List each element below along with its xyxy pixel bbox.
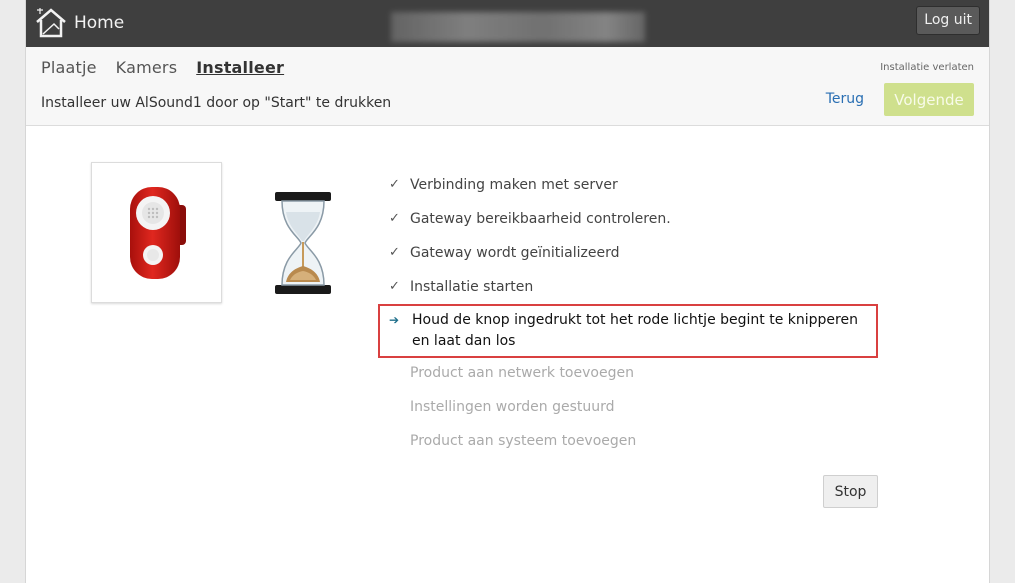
instruction-text: Installeer uw AlSound1 door op "Start" t… <box>41 95 392 111</box>
arrow-right-icon: ➔ <box>389 313 400 327</box>
step-label: Instellingen worden gestuurd <box>410 399 615 415</box>
step-label: Verbinding maken met server <box>410 177 618 193</box>
step-item: Product aan systeem toevoegen <box>378 426 878 460</box>
sub-header: Plaatje Kamers Installeer Installatie ve… <box>26 47 989 126</box>
nav-tabs: Plaatje Kamers Installeer <box>41 58 284 77</box>
tab-kamers[interactable]: Kamers <box>116 58 178 77</box>
back-link[interactable]: Terug <box>826 91 864 107</box>
brand-label: Home <box>74 13 125 33</box>
tab-installeer[interactable]: Installeer <box>196 58 284 77</box>
step-item: Product aan netwerk toevoegen <box>378 358 878 392</box>
step-label: Installatie starten <box>410 279 534 295</box>
step-item: ✓ Gateway wordt geïnitializeerd <box>378 238 878 272</box>
home-icon <box>34 7 68 39</box>
step-item: ✓ Gateway bereikbaarheid controleren. <box>378 204 878 238</box>
checkmark-icon: ✓ <box>389 177 400 192</box>
hourglass-icon <box>274 190 332 300</box>
product-image <box>91 162 222 303</box>
blurred-title <box>391 12 645 42</box>
stop-button[interactable]: Stop <box>823 475 878 508</box>
top-bar: Home Log uit <box>26 0 989 47</box>
step-label: Product aan netwerk toevoegen <box>410 365 634 381</box>
step-label: Gateway wordt geïnitializeerd <box>410 245 620 261</box>
home-link[interactable]: Home <box>34 5 124 41</box>
current-step: ➔ Houd de knop ingedrukt tot het rode li… <box>378 304 878 358</box>
step-item: Instellingen worden gestuurd <box>378 392 878 426</box>
next-button[interactable]: Volgende <box>884 83 974 116</box>
logout-button[interactable]: Log uit <box>916 6 980 35</box>
checkmark-icon: ✓ <box>389 211 400 226</box>
step-item: ✓ Verbinding maken met server <box>378 170 878 204</box>
tab-plaatje[interactable]: Plaatje <box>41 58 97 77</box>
step-item: ✓ Installatie starten <box>378 272 878 306</box>
step-label: Houd de knop ingedrukt tot het rode lich… <box>412 312 858 349</box>
leave-installation-link[interactable]: Installatie verlaten <box>880 62 974 73</box>
checkmark-icon: ✓ <box>389 245 400 260</box>
step-label: Gateway bereikbaarheid controleren. <box>410 211 671 227</box>
checkmark-icon: ✓ <box>389 279 400 294</box>
step-label: Product aan systeem toevoegen <box>410 433 637 449</box>
app-frame: Home Log uit Plaatje Kamers Installeer I… <box>25 0 990 583</box>
siren-device-icon <box>129 186 186 279</box>
installation-steps: ✓ Verbinding maken met server ✓ Gateway … <box>378 170 878 460</box>
